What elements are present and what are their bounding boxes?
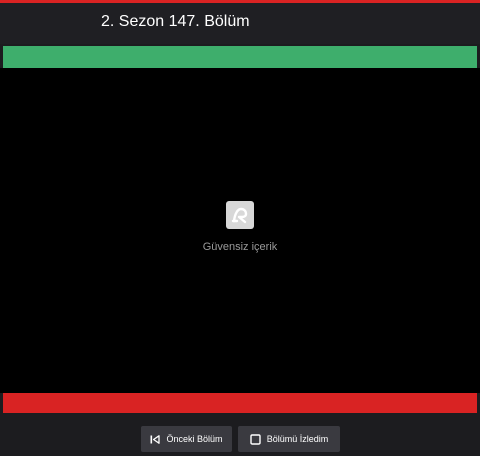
unsafe-content-notice: Güvensiz içerik bbox=[195, 201, 285, 253]
mark-watched-label: Bölümü İzledim bbox=[266, 434, 329, 444]
unsafe-content-text: Güvensiz içerik bbox=[202, 241, 278, 253]
header: 2. Sezon 147. Bölüm bbox=[0, 3, 480, 44]
previous-episode-button[interactable]: Önceki Bölüm bbox=[141, 426, 232, 452]
footer-controls: Önceki Bölüm Bölümü İzledim bbox=[0, 413, 480, 456]
red-banner-bar bbox=[3, 393, 477, 413]
page: 2. Sezon 147. Bölüm Güvensiz içerik Önce… bbox=[0, 0, 480, 456]
shield-alert-icon bbox=[226, 201, 254, 229]
video-player[interactable]: Güvensiz içerik bbox=[0, 68, 480, 393]
mark-watched-button[interactable]: Bölümü İzledim bbox=[238, 426, 340, 452]
previous-episode-label: Önceki Bölüm bbox=[166, 434, 223, 444]
green-banner-bar bbox=[3, 46, 477, 68]
skip-previous-icon bbox=[150, 434, 161, 444]
checkbox-empty-icon[interactable] bbox=[250, 433, 261, 445]
episode-title: 2. Sezon 147. Bölüm bbox=[101, 13, 250, 30]
